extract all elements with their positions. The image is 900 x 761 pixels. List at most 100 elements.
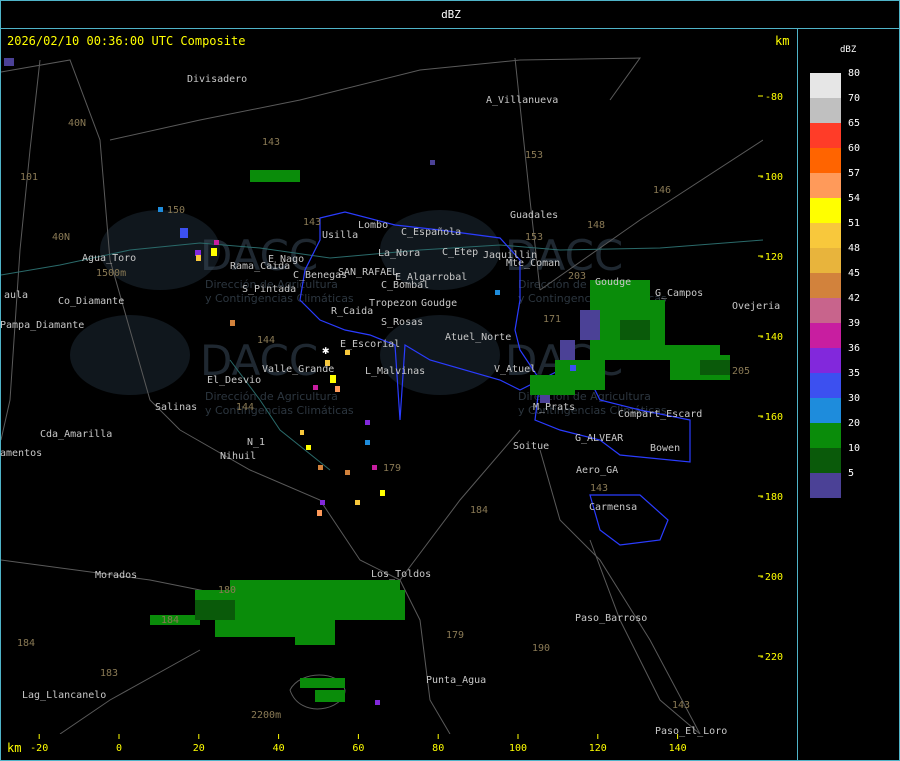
legend-level-label: 65 (848, 118, 861, 129)
legend-swatch (810, 173, 841, 198)
route-label: 143 (303, 217, 321, 228)
place-label: C_Española (401, 227, 461, 238)
route-label: 180 (218, 585, 236, 596)
route-label: 183 (100, 668, 118, 679)
place-label: Atuel_Norte (445, 332, 511, 343)
place-label: Carmensa (589, 502, 637, 513)
route-label: 143 (672, 700, 690, 711)
x-tick-label: 20 (193, 743, 205, 754)
legend-swatch (810, 423, 841, 448)
place-label: Lag_Llancanelo (22, 690, 106, 701)
legend-unit: dBZ (840, 45, 857, 55)
route-label: 40N (68, 118, 86, 129)
place-label: Nihuil (220, 451, 256, 462)
legend-swatch (810, 348, 841, 373)
legend-swatch (810, 298, 841, 323)
legend-swatch (810, 248, 841, 273)
unit-label-bottom: km (7, 741, 22, 755)
y-axis-ticks: -80 -100 -120 -140 -160 -180 -200 -220 (758, 92, 783, 663)
legend-swatch (810, 273, 841, 298)
route-label: 179 (383, 463, 401, 474)
radar-map[interactable]: DACC DACC DACC DACC Dirección de Agricul… (0, 0, 900, 761)
place-label: S_Rosas (381, 317, 423, 328)
place-label: Bowen (650, 443, 680, 454)
route-label: 184 (17, 638, 35, 649)
route-label: 153 (525, 150, 543, 161)
place-label: Usilla (322, 230, 358, 241)
legend-level-label: 30 (848, 393, 861, 404)
color-scale (810, 73, 841, 498)
y-tick-label: -220 (759, 652, 783, 663)
unit-label-top: km (775, 34, 790, 48)
legend-swatch (810, 373, 841, 398)
route-label: 203 (568, 271, 586, 282)
route-label: 179 (446, 630, 464, 641)
legend-level-label: 70 (848, 93, 861, 104)
route-label: 190 (532, 643, 550, 654)
route-label: 143 (590, 483, 608, 494)
legend-level-label: 60 (848, 143, 861, 154)
route-label: 184 (161, 615, 179, 626)
place-label: E_Escorial (340, 339, 400, 350)
legend-level-label: 57 (848, 168, 861, 179)
place-label: Tropezon (369, 298, 417, 309)
x-tick-label: -20 (30, 743, 48, 754)
place-label: C_Bombal (381, 280, 429, 291)
place-label: N_1 (247, 437, 265, 448)
y-tick-label: -80 (765, 92, 783, 103)
place-label: E_Nago (268, 254, 304, 265)
place-label: Aero_GA (576, 465, 618, 476)
route-label: 40N (52, 232, 70, 243)
legend-level-label: 48 (848, 243, 861, 254)
place-label: Cda_Amarilla (40, 429, 112, 440)
legend-swatch (810, 473, 841, 498)
place-label: Paso_Barroso (575, 613, 647, 624)
place-label: amentos (0, 448, 42, 459)
legend-swatch (810, 123, 841, 148)
legend-level-label: 51 (848, 218, 861, 229)
x-tick-label: 80 (432, 743, 444, 754)
y-tick-label: -140 (759, 332, 783, 343)
legend-swatch (810, 73, 841, 98)
place-label: A_Villanueva (486, 95, 558, 106)
watermark-line1: Dirección de Agricultura (205, 390, 338, 403)
place-label: La_Nora (378, 248, 420, 259)
place-label: G_Campos (655, 288, 703, 299)
place-label: L_Malvinas (365, 366, 425, 377)
legend-swatch (810, 323, 841, 348)
legend-level-label: 5 (848, 468, 855, 479)
place-label: Punta_Agua (426, 675, 486, 686)
place-label: aula (4, 290, 28, 301)
x-tick-label: 140 (669, 743, 687, 754)
x-tick-label: 60 (352, 743, 364, 754)
place-label: Goudge (595, 277, 631, 288)
place-label: Goudge (421, 298, 457, 309)
place-label: Soitue (513, 441, 549, 452)
legend-level-label: 10 (848, 443, 861, 454)
x-tick-label: 0 (116, 743, 122, 754)
place-label: SAN_RAFAEL (338, 267, 398, 278)
place-label: Divisadero (187, 74, 247, 85)
radar-site-icon: ✱ (322, 343, 329, 357)
legend-level-label: 20 (848, 418, 861, 429)
place-label: Salinas (155, 402, 197, 413)
y-tick-label: -100 (759, 172, 783, 183)
place-label: Guadales (510, 210, 558, 221)
route-label: 2200m (251, 710, 281, 721)
route-label: 143 (262, 137, 280, 148)
route-label: 148 (587, 220, 605, 231)
watermark-line2: y Contingencias Climáticas (205, 404, 354, 417)
route-label: 144 (257, 335, 275, 346)
place-label: Paso_El_Loro (655, 726, 727, 737)
place-label: S_Pintada (242, 284, 296, 295)
route-label: 150 (167, 205, 185, 216)
legend-level-label: 39 (848, 318, 861, 329)
x-tick-label: 120 (589, 743, 607, 754)
route-label: 101 (20, 172, 38, 183)
legend-swatch (810, 98, 841, 123)
route-label: 146 (653, 185, 671, 196)
route-label: 205 (732, 366, 750, 377)
place-label: Morados (95, 570, 137, 581)
legend-level-label: 35 (848, 368, 861, 379)
place-label: Pampa_Diamante (0, 320, 84, 331)
